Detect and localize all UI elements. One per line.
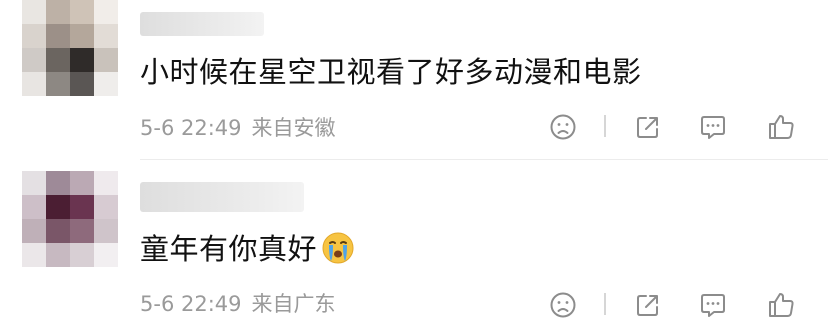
comment-date: 5-6 22:49 bbox=[140, 292, 242, 316]
username-blurred[interactable] bbox=[140, 12, 264, 36]
dislike-button[interactable] bbox=[547, 289, 579, 321]
share-arrow-icon bbox=[637, 117, 658, 138]
avatar[interactable] bbox=[22, 0, 118, 96]
dislike-button[interactable] bbox=[547, 111, 579, 143]
comment-location: 来自安徽 bbox=[251, 116, 336, 140]
reply-button[interactable] bbox=[697, 111, 729, 143]
like-button[interactable] bbox=[765, 111, 797, 143]
comment-item: 童年有你真好 5-6 22:49 来自广东 bbox=[0, 160, 828, 328]
comment-text-wrapper: 童年有你真好 bbox=[140, 226, 355, 272]
like-button[interactable] bbox=[765, 289, 797, 321]
action-divider bbox=[604, 293, 606, 315]
sad-face-icon bbox=[550, 114, 576, 140]
comment-bubble-icon bbox=[701, 294, 725, 317]
share-button[interactable] bbox=[632, 289, 664, 321]
action-divider bbox=[604, 115, 606, 137]
avatar[interactable] bbox=[22, 171, 118, 267]
share-arrow-icon bbox=[637, 295, 658, 316]
crying-face-emoji bbox=[321, 231, 355, 272]
thumbs-up-icon bbox=[769, 293, 794, 317]
comment-bubble-icon bbox=[701, 116, 725, 139]
comment-actions bbox=[540, 284, 810, 324]
reply-button[interactable] bbox=[697, 289, 729, 321]
comment-item: 小时候在星空卫视看了好多动漫和电影 5-6 22:49 来自安徽 bbox=[0, 0, 828, 160]
comment-text: 童年有你真好 bbox=[140, 232, 318, 266]
comment-thread: 小时候在星空卫视看了好多动漫和电影 5-6 22:49 来自安徽 童年有你真好 … bbox=[0, 0, 828, 328]
share-button[interactable] bbox=[632, 111, 664, 143]
thumbs-up-icon bbox=[769, 115, 794, 139]
comment-location: 来自广东 bbox=[251, 292, 336, 316]
comment-date: 5-6 22:49 bbox=[140, 116, 242, 140]
comment-text: 小时候在星空卫视看了好多动漫和电影 bbox=[140, 55, 642, 89]
sad-face-icon bbox=[550, 292, 576, 318]
username-blurred[interactable] bbox=[140, 182, 304, 212]
comment-meta: 5-6 22:49 来自安徽 bbox=[140, 112, 336, 142]
comment-meta: 5-6 22:49 来自广东 bbox=[140, 288, 336, 318]
comment-actions bbox=[540, 106, 810, 146]
